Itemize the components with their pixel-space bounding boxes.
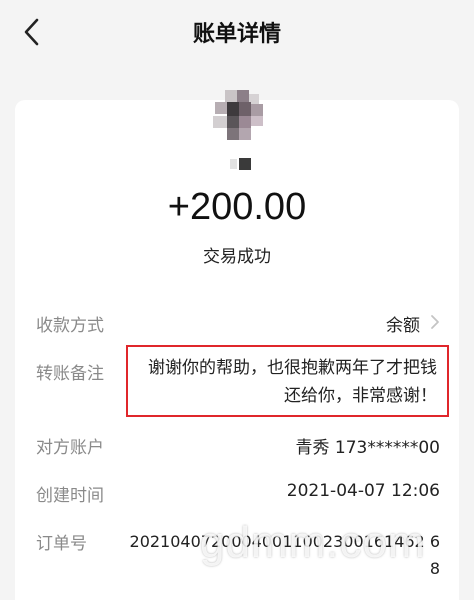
counterparty-value: 青秀 173******00	[295, 438, 440, 458]
order-number-label: 订单号	[36, 534, 87, 554]
note-highlight-box: 谢谢你的帮助，也很抱歉两年了才把钱还给你，非常感谢！	[126, 345, 449, 417]
avatar-caption	[230, 158, 251, 170]
page-title: 账单详情	[192, 22, 281, 47]
transaction-status: 交易成功	[203, 247, 271, 267]
chevron-right-icon[interactable]	[428, 313, 442, 331]
payment-method-value[interactable]: 余额	[386, 311, 420, 336]
transaction-amount: +200.00	[167, 186, 307, 228]
counterparty-label: 对方账户	[36, 438, 104, 458]
order-number-value: 20210407200040011002300161462 68	[129, 532, 440, 578]
note-label: 转账备注	[36, 364, 104, 384]
note-value: 谢谢你的帮助，也很抱歉两年了才把钱还给你，非常感谢！	[148, 358, 437, 406]
avatar	[213, 90, 263, 140]
payment-method-label: 收款方式	[36, 316, 104, 336]
nav-bar: 账单详情	[0, 0, 474, 64]
created-time-value: 2021-04-07 12:06	[286, 481, 440, 501]
created-time-label: 创建时间	[36, 486, 104, 506]
